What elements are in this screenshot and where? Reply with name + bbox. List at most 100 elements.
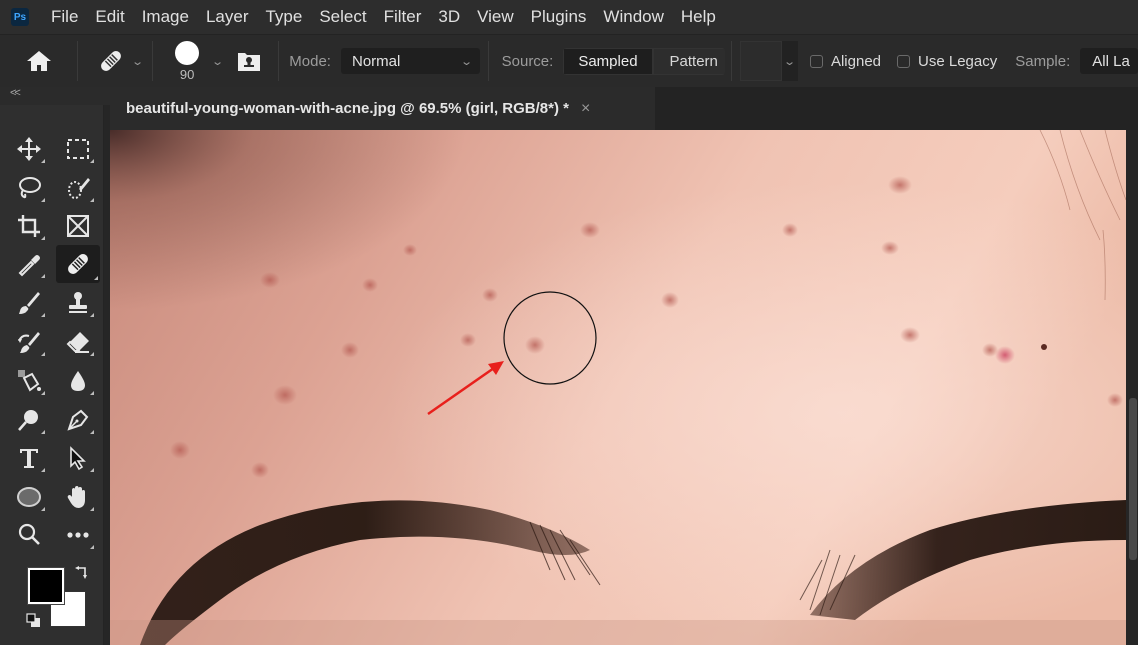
mode-select[interactable]: Normal ⌄: [340, 48, 480, 74]
sample-select[interactable]: All La: [1080, 48, 1138, 74]
eraser-tool[interactable]: [60, 325, 96, 359]
lasso-tool[interactable]: [11, 171, 47, 205]
marquee-icon: [67, 139, 89, 159]
clone-stamp-tool[interactable]: [60, 286, 96, 320]
pen-tool[interactable]: [60, 403, 96, 437]
brush-picker[interactable]: 90 ⌄: [153, 40, 225, 82]
flyout-indicator: [41, 159, 45, 163]
brush-size-value: 90: [179, 66, 195, 82]
default-colors-icon[interactable]: [26, 613, 42, 629]
menu-help[interactable]: Help: [681, 7, 716, 27]
vertical-scrollbar[interactable]: [1127, 130, 1138, 645]
flyout-indicator: [90, 507, 94, 511]
menu-window[interactable]: Window: [603, 7, 663, 27]
blur-tool[interactable]: [60, 364, 96, 398]
menu-file[interactable]: File: [51, 7, 78, 27]
tool-preset-picker[interactable]: ⌄: [86, 47, 152, 75]
ellipse-tool[interactable]: [11, 480, 47, 514]
move-icon: [17, 137, 41, 161]
spot-healing-brush-icon: [100, 51, 121, 71]
quick-selection-tool[interactable]: [60, 171, 96, 205]
sample-value: All La: [1092, 52, 1130, 70]
flyout-indicator: [90, 391, 94, 395]
separator: [77, 41, 79, 81]
aligned-option[interactable]: Aligned: [809, 53, 881, 70]
crop-tool[interactable]: [11, 209, 47, 243]
use-legacy-label: Use Legacy: [918, 52, 998, 70]
brush-preview: 90: [175, 40, 200, 82]
eyedropper-tool[interactable]: [11, 247, 47, 281]
stamp-icon: [69, 292, 87, 313]
menu-plugins[interactable]: Plugins: [531, 7, 587, 27]
quick-selection-icon: [68, 178, 90, 199]
eyelid-shade: [110, 620, 1126, 645]
use-legacy-checkbox[interactable]: [897, 54, 911, 68]
menu-edit[interactable]: Edit: [95, 7, 124, 27]
menu-view[interactable]: View: [477, 7, 514, 27]
toolbar-header: <<: [0, 87, 110, 105]
source-pattern-button[interactable]: Pattern: [652, 47, 726, 75]
eyedropper-icon: [18, 255, 40, 277]
path-selection-tool[interactable]: [60, 441, 96, 475]
separator: [487, 41, 489, 81]
home-button[interactable]: [0, 49, 77, 73]
canvas-area: [104, 130, 1138, 645]
menu-bar: Ps File Edit Image Layer Type Select Fil…: [0, 0, 1138, 34]
paint-bucket-icon: [18, 370, 41, 392]
menu-3d[interactable]: 3D: [438, 7, 460, 27]
flyout-indicator: [41, 352, 45, 356]
flyout-indicator: [41, 313, 45, 317]
chevron-down-icon: ⌄: [460, 55, 474, 68]
mode-label: Mode:: [289, 52, 331, 70]
image-canvas[interactable]: [110, 130, 1126, 645]
menu-select[interactable]: Select: [319, 7, 366, 27]
flyout-indicator: [90, 468, 94, 472]
brush-tool[interactable]: [11, 286, 47, 320]
dodge-tool[interactable]: [11, 403, 47, 437]
history-brush-tool[interactable]: [11, 325, 47, 359]
menu-image[interactable]: Image: [142, 7, 189, 27]
pen-icon: [67, 409, 89, 431]
healing-brush-tool[interactable]: [56, 245, 100, 283]
collapse-panel-button[interactable]: <<: [10, 87, 21, 99]
arrow-icon: [70, 446, 86, 471]
clone-source-button[interactable]: [236, 49, 262, 73]
frame-tool[interactable]: [60, 209, 96, 243]
flyout-indicator: [41, 391, 45, 395]
flyout-indicator: [90, 159, 94, 163]
hand-tool[interactable]: [60, 480, 96, 514]
aligned-checkbox[interactable]: [809, 54, 823, 68]
type-tool[interactable]: [11, 441, 47, 475]
use-legacy-option[interactable]: Use Legacy: [897, 53, 997, 70]
edit-toolbar-button[interactable]: [60, 518, 96, 552]
scrollbar-thumb[interactable]: [1129, 398, 1137, 560]
document-tab[interactable]: beautiful-young-woman-with-acne.jpg @ 69…: [110, 87, 655, 130]
separator: [731, 41, 732, 81]
swap-colors-icon[interactable]: [74, 565, 90, 581]
move-tool[interactable]: [11, 132, 47, 166]
pattern-dropdown[interactable]: ⌄: [781, 41, 798, 81]
chevron-down-icon: ⌄: [211, 55, 225, 68]
tools-panel: [0, 105, 104, 645]
flyout-indicator: [41, 236, 45, 240]
menu-filter[interactable]: Filter: [384, 7, 422, 27]
history-brush-icon: [18, 332, 40, 353]
drop-icon: [71, 371, 85, 391]
photoshop-logo: Ps: [11, 8, 29, 26]
close-icon[interactable]: ×: [581, 100, 590, 118]
rectangular-marquee-tool[interactable]: [60, 132, 96, 166]
source-sampled-button[interactable]: Sampled: [563, 47, 653, 75]
menu-type[interactable]: Type: [265, 7, 302, 27]
flyout-indicator: [90, 313, 94, 317]
flyout-indicator: [41, 430, 45, 434]
pattern-picker[interactable]: ⌄: [739, 41, 798, 81]
paint-bucket-tool[interactable]: [11, 364, 47, 398]
source-label: Source:: [501, 52, 554, 70]
home-icon: [26, 51, 51, 71]
sample-label: Sample:: [1015, 52, 1071, 70]
flyout-indicator: [41, 507, 45, 511]
foreground-color-swatch[interactable]: [27, 567, 65, 605]
pattern-swatch: [739, 41, 782, 81]
zoom-tool[interactable]: [11, 518, 47, 552]
menu-layer[interactable]: Layer: [206, 7, 249, 27]
